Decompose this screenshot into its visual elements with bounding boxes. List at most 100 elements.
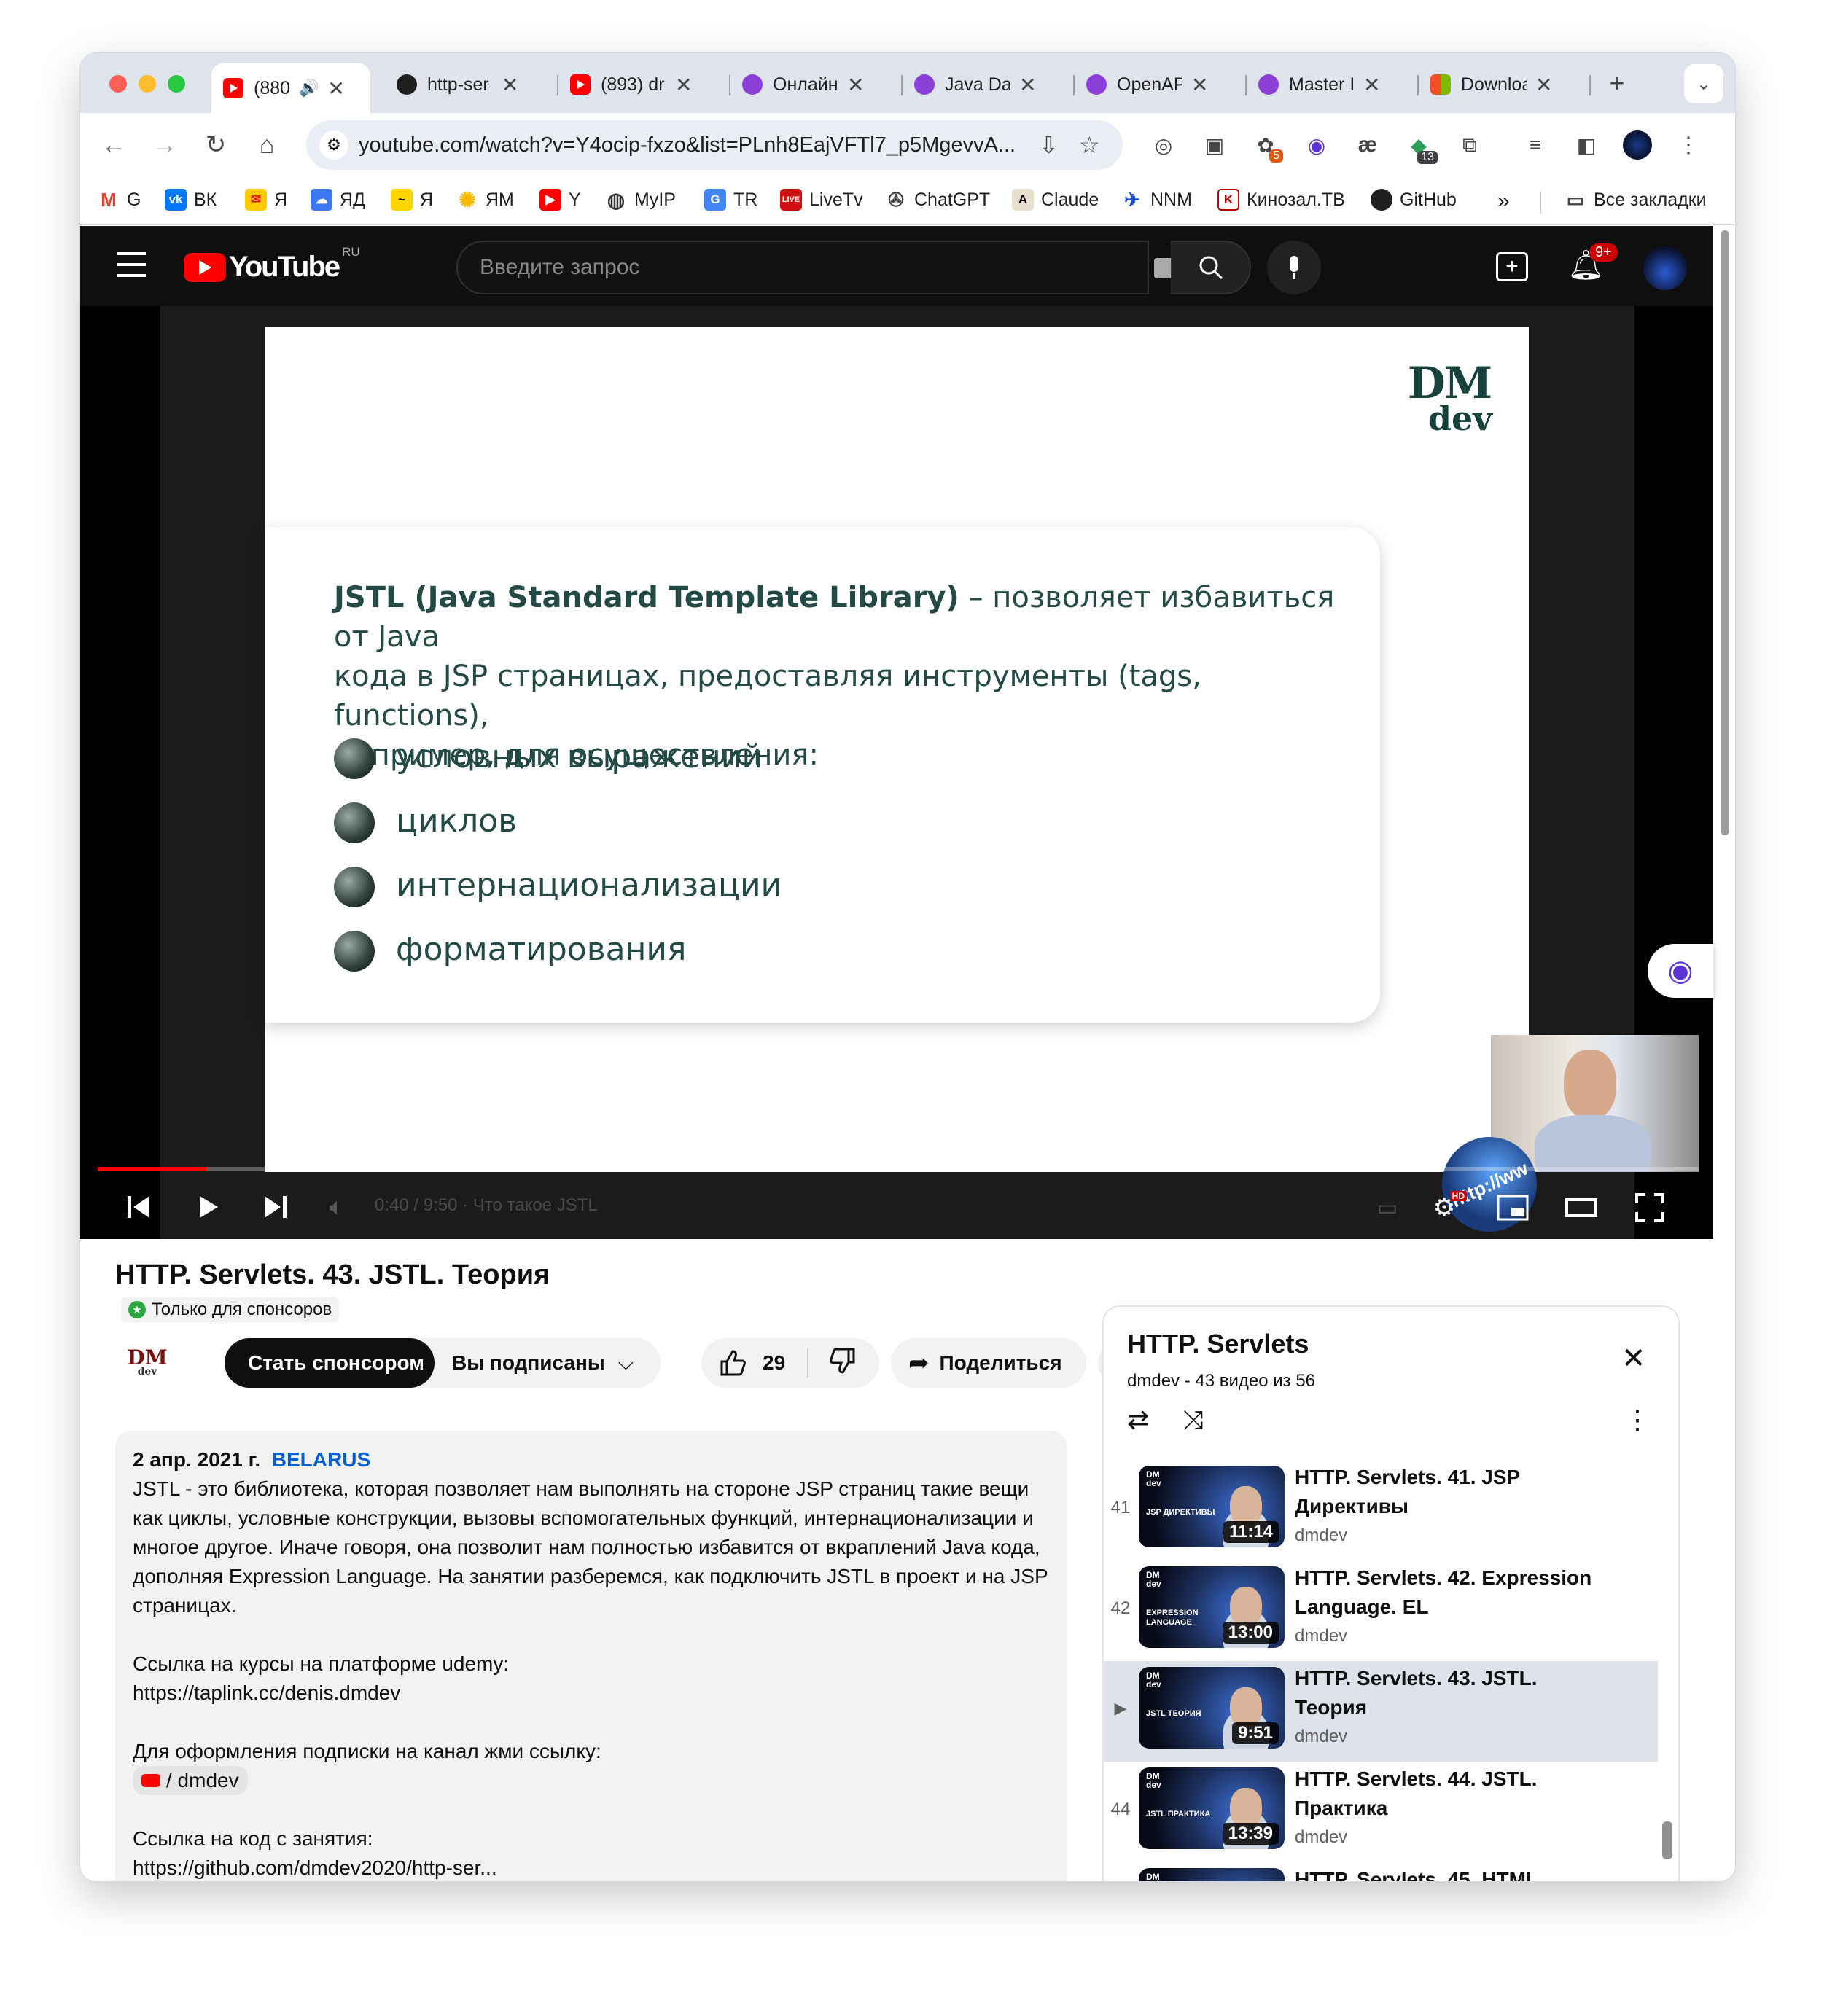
zoom-window-button[interactable]: [168, 75, 185, 93]
bookmark-yandex-disk[interactable]: ☁ ЯД: [311, 189, 365, 211]
bookmark-claude[interactable]: A Claude: [1012, 189, 1099, 211]
chapter-text[interactable]: · Что такое JSTL: [462, 1195, 598, 1215]
reload-button[interactable]: ↻: [197, 126, 235, 164]
share-button[interactable]: ➦ Поделиться: [891, 1338, 1086, 1388]
search-button[interactable]: [1171, 241, 1251, 294]
close-icon[interactable]: ✕: [327, 77, 344, 101]
forward-button[interactable]: →: [146, 126, 184, 164]
close-icon[interactable]: ✕: [1363, 73, 1380, 97]
media-queue-icon[interactable]: ≡: [1516, 126, 1554, 164]
bookmark-yandex-mail[interactable]: ✉ Я: [245, 189, 287, 211]
shuffle-icon[interactable]: ⤨: [1182, 1404, 1204, 1436]
video-description[interactable]: 2 апр. 2021 г. BELARUS JSTL - это библио…: [115, 1431, 1067, 1881]
home-button[interactable]: ⌂: [248, 126, 286, 164]
join-button[interactable]: Стать спонсором: [225, 1338, 435, 1388]
tab-youtube-active[interactable]: (880 🔊 ✕: [211, 63, 370, 113]
dislike-button[interactable]: [827, 1346, 857, 1380]
bookmark-star-icon[interactable]: ☆: [1079, 131, 1100, 159]
profile-avatar[interactable]: [1618, 126, 1656, 164]
side-panel-icon[interactable]: ◧: [1567, 126, 1605, 164]
video-thumbnail[interactable]: DMdev: [1139, 1868, 1285, 1881]
notifications-bell-icon[interactable]: 🔔︎ 9+: [1567, 243, 1618, 282]
previous-video-button[interactable]: [117, 1185, 160, 1229]
bookmark-yandex-music[interactable]: ✺ ЯМ: [456, 189, 514, 211]
tab-extension-2[interactable]: Java Da ✕: [903, 63, 1072, 106]
miniplayer-button[interactable]: [1493, 1188, 1532, 1227]
close-icon[interactable]: ✕: [1621, 1342, 1646, 1375]
tab-github[interactable]: http-ser ✕: [385, 63, 554, 106]
channel-chip[interactable]: / dmdev: [133, 1766, 248, 1795]
close-icon[interactable]: ✕: [1535, 73, 1552, 97]
bookmark-translate[interactable]: G TR: [704, 189, 757, 211]
loop-icon[interactable]: ⇄: [1127, 1404, 1149, 1435]
code-link[interactable]: https://github.com/dmdev2020/http-ser...: [133, 1853, 1051, 1881]
tab-extension-3[interactable]: OpenAP ✕: [1075, 63, 1244, 106]
video-thumbnail[interactable]: DM dev JSP ДИРЕКТИВЫ 11:14: [1139, 1466, 1285, 1547]
create-video-icon[interactable]: +: [1496, 252, 1528, 281]
tab-extension-1[interactable]: Онлайн ✕: [730, 63, 900, 106]
udemy-link[interactable]: https://taplink.cc/denis.dmdev: [133, 1679, 1051, 1708]
address-bar[interactable]: ⚙ youtube.com/watch?v=Y4ocip-fxzo&list=P…: [306, 120, 1123, 170]
back-button[interactable]: ←: [95, 126, 133, 164]
bookmark-youtube[interactable]: ▶ Y: [539, 189, 581, 211]
bookmark-nnm[interactable]: ✈ NNM: [1121, 189, 1192, 211]
playlist-item[interactable]: DMdev HTTP. Servlets. 45. HTML: [1104, 1862, 1658, 1881]
bookmark-chatgpt[interactable]: ✇ ChatGPT: [885, 189, 990, 211]
playlist-item[interactable]: 42 DM dev EXPRESSION LANGUAGE 13:00 HTTP. S…: [1104, 1560, 1658, 1661]
bookmark-livetv[interactable]: LIVE LiveTv: [780, 189, 863, 211]
playlist-scrollbar[interactable]: [1662, 1821, 1672, 1859]
close-icon[interactable]: ✕: [502, 73, 518, 97]
tab-extension-4[interactable]: Master I ✕: [1247, 63, 1416, 106]
close-icon[interactable]: ✕: [675, 73, 692, 97]
subtitles-icon[interactable]: ▭: [1369, 1189, 1406, 1226]
location-link[interactable]: BELARUS: [272, 1448, 370, 1471]
fullscreen-button[interactable]: [1630, 1188, 1669, 1227]
bookmark-kinozal[interactable]: K Кинозал.ТВ: [1217, 189, 1345, 211]
video-thumbnail[interactable]: DM dev JSTL ТЕОРИЯ 9:51: [1139, 1667, 1285, 1749]
extension-icon[interactable]: ✿ 5: [1247, 126, 1285, 164]
more-bookmarks-icon[interactable]: »: [1497, 189, 1510, 214]
tab-search-button[interactable]: ⌄: [1684, 64, 1723, 103]
progress-bar[interactable]: [98, 1167, 1699, 1171]
close-icon[interactable]: ✕: [1191, 73, 1208, 97]
minimize-window-button[interactable]: [139, 75, 156, 93]
bookmark-yandex[interactable]: ~ Я: [391, 189, 433, 211]
settings-gear-icon[interactable]: ⚙ HD: [1426, 1189, 1467, 1226]
extension-icon[interactable]: ◎: [1145, 126, 1182, 164]
voice-search-button[interactable]: [1267, 241, 1321, 294]
close-icon[interactable]: ✕: [847, 73, 864, 97]
channel-avatar[interactable]: DM dev: [121, 1348, 174, 1378]
bookmark-gmail[interactable]: MG: [98, 189, 141, 211]
page-scrollbar[interactable]: [1721, 230, 1729, 835]
url-text[interactable]: youtube.com/watch?v=Y4ocip-fxzo&list=PLn…: [359, 133, 1029, 157]
user-avatar[interactable]: [1643, 246, 1687, 290]
next-video-button[interactable]: [254, 1185, 297, 1229]
playlist-item[interactable]: 44 DM dev JSTL ПРАКТИКА 13:39 HTTP. Servlet…: [1104, 1762, 1658, 1862]
close-window-button[interactable]: [109, 75, 127, 93]
extension-icon[interactable]: ◆ 13: [1400, 126, 1438, 164]
speaker-icon[interactable]: 🔊: [299, 79, 319, 98]
hamburger-menu-icon[interactable]: [117, 252, 146, 277]
playlist-item[interactable]: 41 DM dev JSP ДИРЕКТИВЫ 11:14 HTTP. Servlet…: [1104, 1460, 1658, 1560]
tab-microsoft[interactable]: Downloa ✕: [1419, 63, 1588, 106]
video-thumbnail[interactable]: DM dev EXPRESSION LANGUAGE 13:00: [1139, 1566, 1285, 1648]
puzzle-icon[interactable]: ⧉: [1451, 126, 1489, 164]
extension-floating-icon[interactable]: ◉: [1648, 944, 1713, 998]
playlist-item-current[interactable]: ▶ DM dev JSTL ТЕОРИЯ 9:51 HTTP. Servlets. 4…: [1104, 1661, 1658, 1762]
youtube-logo[interactable]: YouTube RU: [184, 245, 360, 284]
all-bookmarks[interactable]: ▭ Все закладки: [1565, 189, 1707, 211]
volume-icon[interactable]: 🔈︎: [315, 1185, 359, 1229]
extension-icon[interactable]: ◉: [1298, 126, 1336, 164]
play-button[interactable]: [187, 1185, 230, 1229]
browser-menu-icon[interactable]: ⋮: [1669, 126, 1707, 164]
search-input[interactable]: Введите запрос: [456, 241, 1183, 294]
bookmark-github[interactable]: GitHub: [1371, 189, 1457, 211]
install-app-icon[interactable]: ⇩: [1039, 131, 1059, 159]
playlist-title[interactable]: HTTP. Servlets: [1127, 1329, 1309, 1359]
extension-icon[interactable]: æ: [1349, 126, 1387, 164]
bookmark-myip[interactable]: ◍ MyIP: [605, 189, 676, 211]
theater-mode-button[interactable]: [1562, 1188, 1601, 1227]
picture-in-picture-icon[interactable]: ▣: [1196, 126, 1234, 164]
site-settings-icon[interactable]: ⚙: [319, 130, 348, 160]
new-tab-button[interactable]: +: [1598, 64, 1636, 102]
